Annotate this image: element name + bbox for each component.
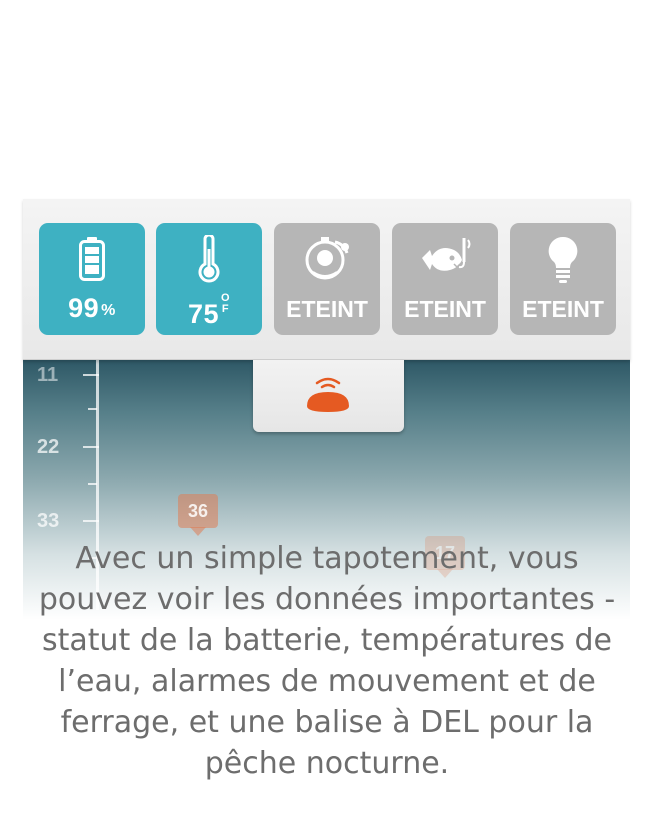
battery-tile[interactable]: 99% <box>39 223 145 335</box>
feature-caption: Avec un simple tapotement, vous pouvez v… <box>38 541 616 781</box>
light-bulb-icon <box>510 231 616 287</box>
depth-label: 22 <box>37 436 60 458</box>
fish-alarm-tile[interactable]: ETEINT <box>392 223 498 335</box>
depth-label: 33 <box>37 510 60 532</box>
temperature-value: 75O F <box>187 292 231 330</box>
motion-alarm-value: ETEINT <box>286 296 368 322</box>
fish-depth-marker[interactable]: 36 <box>178 494 218 536</box>
depth-tick <box>88 408 97 410</box>
temperature-tile[interactable]: 75O F <box>156 223 262 335</box>
fish-alarm-value: ETEINT <box>404 296 486 322</box>
depth-tick <box>83 374 99 376</box>
thermometer-icon <box>156 231 262 287</box>
depth-tick <box>83 520 99 522</box>
depth-tick <box>83 446 99 448</box>
status-panel: 99% 75O F ETEINT ETEINT ETEINT <box>23 199 630 360</box>
alarm-icon <box>274 231 380 287</box>
battery-icon <box>39 231 145 287</box>
led-beacon-tile[interactable]: ETEINT <box>510 223 616 335</box>
battery-value: 99% <box>68 293 116 323</box>
sonar-pull-tab[interactable] <box>253 360 404 432</box>
led-beacon-value: ETEINT <box>522 296 604 322</box>
depth-tick <box>88 483 97 485</box>
depth-label: 11 <box>37 364 59 386</box>
fish-alarm-icon <box>392 231 498 287</box>
motion-alarm-tile[interactable]: ETEINT <box>274 223 380 335</box>
sonar-device-icon <box>303 374 353 414</box>
